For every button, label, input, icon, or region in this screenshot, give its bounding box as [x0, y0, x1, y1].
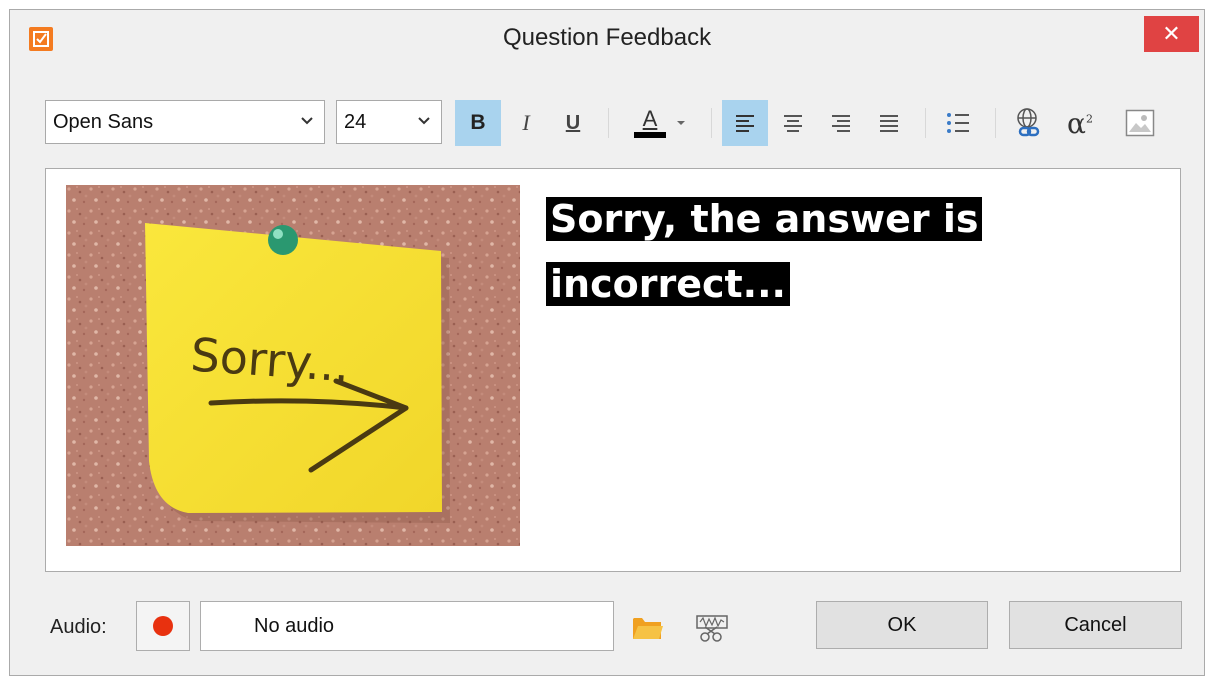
hyperlink-icon: [1017, 108, 1040, 137]
feedback-editor[interactable]: Sorry... Sorry, the answer is incorrect.…: [45, 168, 1181, 572]
audio-label: Audio:: [50, 616, 107, 638]
align-center-button[interactable]: [770, 100, 816, 146]
feedback-text[interactable]: Sorry, the answer is incorrect...: [546, 187, 1106, 317]
toolbar-separator: [995, 108, 996, 138]
italic-button[interactable]: I: [503, 100, 549, 146]
title-bar: Question Feedback ✕: [10, 10, 1204, 72]
align-justify-button[interactable]: [866, 100, 912, 146]
align-center-icon: [784, 115, 802, 132]
record-audio-button[interactable]: [136, 601, 190, 651]
edit-audio-button[interactable]: [694, 610, 730, 646]
chevron-down-icon: [301, 117, 313, 125]
toolbar-separator: [608, 108, 609, 138]
align-right-button[interactable]: [818, 100, 864, 146]
window-title: Question Feedback: [502, 24, 712, 51]
bullet-list-button[interactable]: [935, 100, 981, 146]
font-color-icon: A: [634, 106, 666, 140]
record-icon: [153, 616, 173, 636]
underline-button[interactable]: U: [550, 100, 596, 146]
formatting-toolbar: Open Sans 24 B I U A α2: [45, 100, 1170, 148]
equation-button[interactable]: α2: [1057, 100, 1103, 146]
bold-icon: B: [470, 111, 486, 134]
close-icon: ✕: [1162, 21, 1181, 46]
audio-edit-icon: [696, 615, 728, 642]
dropdown-arrow-icon: [677, 121, 685, 125]
align-right-icon: [832, 115, 850, 132]
audio-status-field: No audio: [200, 601, 614, 651]
hyperlink-button[interactable]: [1005, 100, 1051, 146]
font-family-value: Open Sans: [53, 110, 154, 133]
font-size-select[interactable]: 24: [336, 100, 442, 144]
cancel-button[interactable]: Cancel: [1009, 601, 1182, 649]
equation-icon: α2: [1067, 106, 1093, 140]
align-left-icon: [736, 115, 754, 132]
align-justify-icon: [880, 115, 898, 132]
toolbar-separator: [711, 108, 712, 138]
font-size-value: 24: [344, 110, 367, 133]
insert-image-button[interactable]: [1117, 100, 1163, 146]
sticky-note-text: Sorry...: [189, 327, 351, 392]
italic-icon: I: [522, 110, 530, 135]
bullet-list-icon: [947, 113, 969, 133]
chevron-down-icon: [418, 117, 430, 125]
folder-icon: [633, 618, 663, 639]
align-left-button[interactable]: [722, 100, 768, 146]
question-feedback-dialog: Question Feedback ✕ Open Sans 24 B I U A: [9, 9, 1205, 676]
bold-button[interactable]: B: [455, 100, 501, 146]
font-family-select[interactable]: Open Sans: [45, 100, 325, 144]
sticky-note-image: Sorry...: [66, 185, 520, 546]
toolbar-separator: [925, 108, 926, 138]
underline-icon: U: [565, 111, 581, 134]
font-color-button[interactable]: A: [625, 100, 695, 146]
open-audio-button[interactable]: [630, 610, 666, 646]
ok-button[interactable]: OK: [816, 601, 988, 649]
image-icon: [1125, 109, 1155, 137]
close-button[interactable]: ✕: [1144, 16, 1199, 52]
